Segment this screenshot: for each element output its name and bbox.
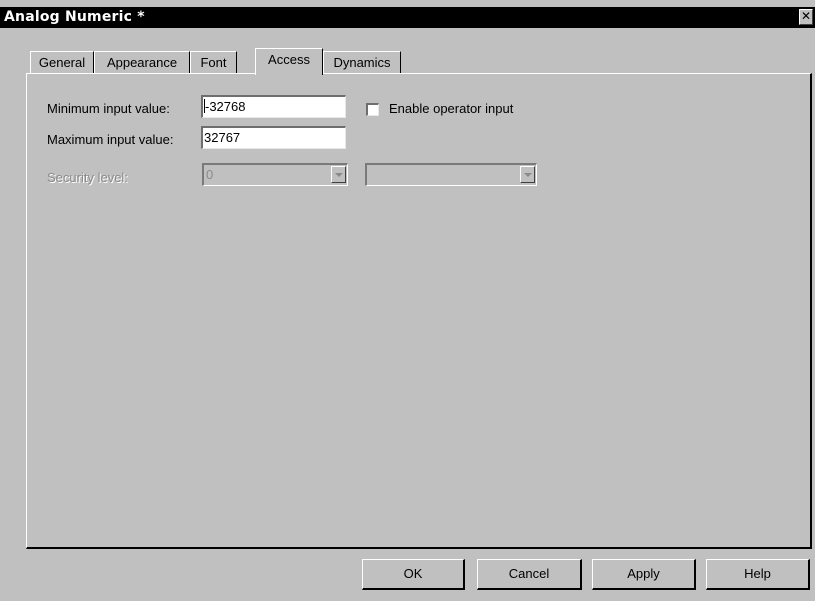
- security-level-label: Security level:: [47, 170, 128, 185]
- security-level-dropdown[interactable]: 0: [202, 163, 348, 186]
- window-title: Analog Numeric *: [4, 9, 145, 25]
- security-group-dropdown-button[interactable]: [520, 166, 535, 183]
- enable-operator-checkbox[interactable]: [366, 103, 379, 116]
- min-input-label: Minimum input value:: [47, 101, 170, 116]
- min-input-value: -32768: [205, 99, 246, 114]
- chevron-down-icon: [335, 173, 343, 177]
- access-tab-panel: Minimum input value: -32768 Enable opera…: [26, 73, 812, 549]
- title-bar[interactable]: Analog Numeric * ✕: [0, 7, 815, 28]
- max-input-label: Maximum input value:: [47, 132, 174, 147]
- security-dropdown-button[interactable]: [331, 166, 346, 183]
- chevron-down-icon: [524, 173, 532, 177]
- tab-general[interactable]: General: [30, 51, 94, 74]
- tab-dynamics[interactable]: Dynamics: [323, 51, 401, 74]
- tab-appearance[interactable]: Appearance: [94, 51, 190, 74]
- min-input-field[interactable]: -32768: [201, 95, 346, 118]
- apply-button[interactable]: Apply: [592, 559, 696, 590]
- analog-numeric-dialog: Analog Numeric * ✕ General Appearance Fo…: [0, 0, 815, 601]
- ok-button[interactable]: OK: [362, 559, 465, 590]
- security-group-dropdown[interactable]: [365, 163, 537, 186]
- max-input-field[interactable]: 32767: [201, 126, 346, 149]
- tab-font[interactable]: Font: [190, 51, 237, 74]
- close-icon[interactable]: ✕: [799, 9, 813, 25]
- help-button[interactable]: Help: [706, 559, 810, 590]
- security-level-value: 0: [206, 167, 214, 182]
- tab-access[interactable]: Access: [255, 48, 323, 75]
- max-input-value: 32767: [204, 130, 241, 145]
- cancel-button[interactable]: Cancel: [477, 559, 582, 590]
- enable-operator-label: Enable operator input: [389, 101, 514, 116]
